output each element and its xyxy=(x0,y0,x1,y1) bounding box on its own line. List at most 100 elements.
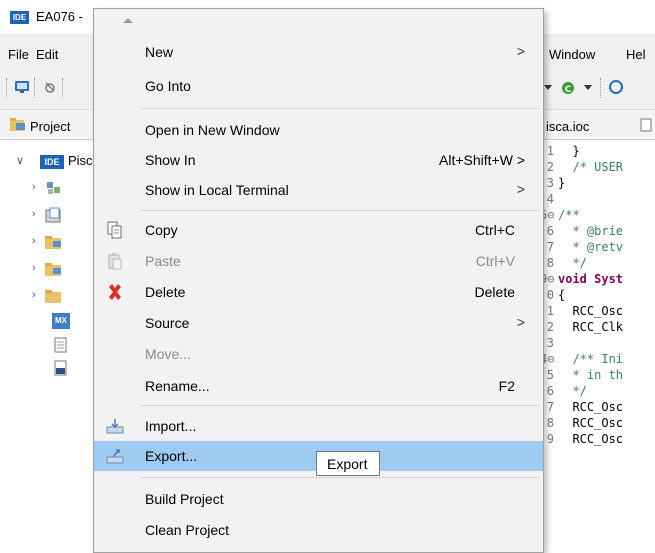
code-line: */ xyxy=(558,384,587,398)
menu-item-show-in[interactable]: Show In Alt+Shift+W > xyxy=(94,145,543,175)
tree-item-root[interactable]: ∨ IDE Pisc xyxy=(0,150,100,172)
tree-item[interactable]: › xyxy=(0,258,100,280)
chevron-right-icon[interactable]: › xyxy=(32,262,36,274)
chevron-down-icon[interactable]: ∨ xyxy=(16,154,24,167)
ide-project-icon: IDE xyxy=(40,155,64,169)
menu-item-paste[interactable]: Paste Ctrl+V xyxy=(94,246,543,276)
menu-edit[interactable]: Edit xyxy=(36,47,58,62)
tooltip-text: Export xyxy=(327,456,368,472)
search-icon[interactable] xyxy=(608,79,624,95)
menu-item-label: Show in Local Terminal xyxy=(145,182,289,198)
menu-item-build-project[interactable]: Build Project xyxy=(94,484,543,514)
toolbar-separator xyxy=(6,78,8,98)
menu-window[interactable]: Window xyxy=(549,47,595,62)
tooltip: Export xyxy=(316,451,380,476)
new-class-icon[interactable]: C xyxy=(560,79,576,95)
menu-item-delete[interactable]: Delete Delete xyxy=(94,277,543,307)
tree-item[interactable]: MX xyxy=(0,310,100,332)
tree-item[interactable]: › xyxy=(0,177,100,199)
code-line: } xyxy=(558,144,580,158)
chevron-right-icon[interactable]: › xyxy=(32,235,36,247)
delete-icon xyxy=(109,284,121,300)
code-line: * @brie xyxy=(558,224,624,238)
menu-item-label: Rename... xyxy=(145,378,210,394)
code-line: RCC_Osc xyxy=(558,432,624,446)
menu-item-clean-project[interactable]: Clean Project xyxy=(94,515,543,545)
code-line: RCC_Clk xyxy=(558,320,624,334)
menu-separator xyxy=(140,108,540,109)
code-line: /** xyxy=(558,208,580,222)
code-line: } xyxy=(558,176,566,190)
debug-icon[interactable] xyxy=(42,79,58,95)
monitor-icon[interactable] xyxy=(14,79,30,95)
binaries-icon xyxy=(47,182,60,194)
scroll-up-arrow-icon[interactable] xyxy=(122,15,134,25)
code-editor: isca.ioc 1 } 2 /* USER 3} 4 5⊖/** 6 * @brie 7 … xyxy=(540,110,655,553)
menu-item-label: Show In xyxy=(145,152,196,168)
menu-item-label: Import... xyxy=(145,418,197,434)
menu-item-shortcut: F2 xyxy=(498,378,515,394)
linker-script-icon xyxy=(54,360,67,376)
ide-logo-icon: IDE xyxy=(10,11,29,24)
menu-item-copy[interactable]: Copy Ctrl+C xyxy=(94,215,543,245)
file-icon xyxy=(640,118,652,132)
copy-icon xyxy=(107,221,122,239)
file-icon xyxy=(54,337,67,353)
chevron-right-icon[interactable]: › xyxy=(32,208,36,220)
menu-item-shortcut: Delete xyxy=(474,284,515,300)
tab-project-explorer[interactable]: Project xyxy=(0,110,100,140)
menu-item-shortcut: Ctrl+V xyxy=(475,253,515,269)
menu-item-label: Export... xyxy=(145,448,198,464)
tab-label: isca.ioc xyxy=(546,119,590,134)
tree-item[interactable] xyxy=(0,334,100,356)
menu-item-label: New xyxy=(145,44,174,60)
menu-item-rename[interactable]: Rename... F2 xyxy=(94,371,543,401)
tab-editor-file[interactable]: isca.ioc xyxy=(540,110,655,140)
menu-separator xyxy=(140,210,540,211)
submenu-arrow-icon: > xyxy=(516,43,525,59)
tree-item[interactable]: › xyxy=(0,231,100,253)
tree-item-label: Pisc xyxy=(68,153,93,168)
code-line: /** Ini xyxy=(558,352,624,366)
menu-separator xyxy=(140,477,540,478)
menu-help[interactable]: Hel xyxy=(626,47,646,62)
menu-item-label: Open in New Window xyxy=(145,122,280,138)
menu-item-go-into[interactable]: Go Into xyxy=(94,71,543,101)
tree-item[interactable] xyxy=(0,357,100,379)
menu-item-shortcut: Alt+Shift+W > xyxy=(439,152,525,168)
menu-item-import[interactable]: Import... xyxy=(94,411,543,441)
menu-item-move[interactable]: Move... xyxy=(94,339,543,369)
chevron-right-icon[interactable]: › xyxy=(32,181,36,193)
menu-item-source[interactable]: Source > xyxy=(94,308,543,338)
import-icon xyxy=(106,419,124,434)
chevron-right-icon[interactable]: › xyxy=(32,289,36,301)
code-line: RCC_Osc xyxy=(558,304,624,318)
svg-text:C: C xyxy=(565,85,572,95)
export-icon xyxy=(106,449,124,464)
window-title: EA076 - xyxy=(36,9,83,24)
submenu-arrow-icon: > xyxy=(516,314,525,330)
tree-item[interactable]: › xyxy=(0,204,100,226)
menu-item-open-in-new-window[interactable]: Open in New Window xyxy=(94,115,543,145)
toolbar-separator xyxy=(600,78,602,98)
menu-item-new[interactable]: New > xyxy=(94,37,543,67)
code-line: /* USER xyxy=(558,160,624,174)
menu-item-label: Clean Project xyxy=(145,522,230,538)
source-folder-icon xyxy=(45,263,61,276)
menu-item-label: Delete xyxy=(145,284,186,300)
menu-item-label: Build Project xyxy=(145,491,224,507)
code-line: { xyxy=(558,288,566,302)
code-line: RCC_Osc xyxy=(558,400,624,414)
menu-item-label: Source xyxy=(145,315,190,331)
code-line: void Syst xyxy=(558,272,624,286)
includes-icon xyxy=(45,207,61,223)
code-line: */ xyxy=(558,256,587,270)
toolbar-separator xyxy=(62,78,64,98)
project-explorer-icon xyxy=(10,118,25,131)
menu-item-show-in-local-terminal[interactable]: Show in Local Terminal > xyxy=(94,175,543,205)
dropdown-arrow-icon[interactable] xyxy=(580,79,596,95)
code-line: * @retv xyxy=(558,240,624,254)
tree-item[interactable]: › xyxy=(0,285,100,307)
menu-file[interactable]: File xyxy=(8,47,29,62)
paste-icon xyxy=(108,253,122,270)
